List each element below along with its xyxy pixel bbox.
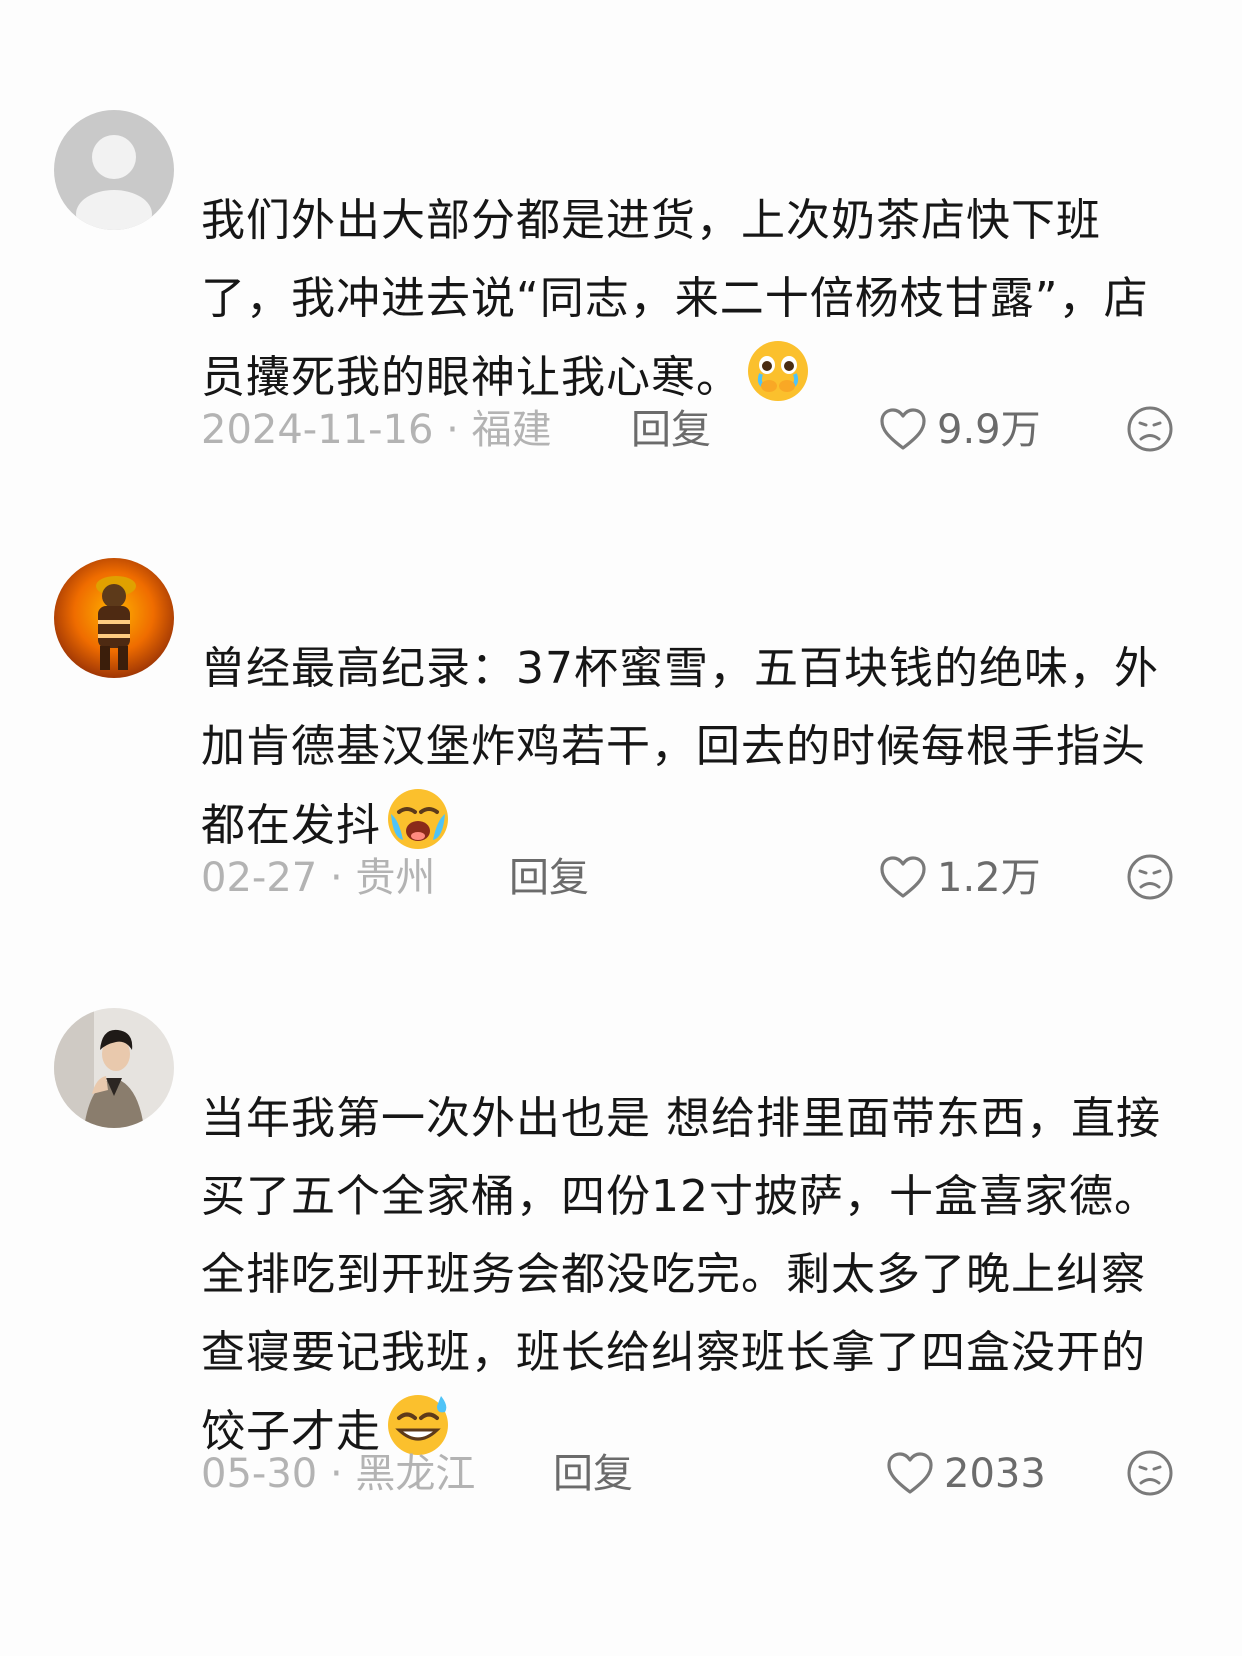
heart-icon — [880, 408, 926, 450]
like-count: 9.9万 — [937, 407, 1041, 453]
user-avatar[interactable] — [54, 110, 174, 230]
like-count: 1.2万 — [937, 855, 1041, 901]
comment-meta: 05-30 · 黑龙江 回复 2033 — [201, 1444, 1181, 1504]
reply-button[interactable]: 回复 — [509, 854, 589, 902]
date-location: 2024-11-16 · 福建 — [201, 407, 552, 453]
reply-button[interactable]: 回复 — [631, 406, 711, 454]
comment-meta: 02-27 · 贵州 回复 1.2万 — [201, 848, 1181, 908]
dislike-sad-face-icon[interactable] — [1125, 852, 1175, 902]
comment-text: 当年我第一次外出也是 想给排里面带东西，直接买了五个全家桶，四份12寸披萨，十盒… — [201, 1093, 1161, 1457]
date-location: 02-27 · 贵州 — [201, 855, 436, 901]
pleading-crying-face-icon — [748, 341, 808, 401]
heart-icon — [880, 856, 926, 898]
comment-meta: 2024-11-16 · 福建 回复 9.9万 — [201, 400, 1181, 460]
loudly-crying-face-icon — [388, 789, 448, 849]
comment-text: 曾经最高纪录：37杯蜜雪，五百块钱的绝味，外加肯德基汉堡炸鸡若干，回去的时候每根… — [201, 643, 1159, 851]
dislike-sad-face-icon[interactable] — [1125, 1448, 1175, 1498]
date-location: 05-30 · 黑龙江 — [201, 1451, 476, 1497]
dislike-sad-face-icon[interactable] — [1125, 404, 1175, 454]
heart-icon — [887, 1452, 933, 1494]
user-avatar[interactable] — [54, 1008, 174, 1128]
like-button[interactable]: 1.2万 — [877, 848, 1041, 908]
like-button[interactable]: 2033 — [884, 1444, 1046, 1504]
like-button[interactable]: 9.9万 — [877, 400, 1041, 460]
user-avatar[interactable] — [54, 558, 174, 678]
reply-button[interactable]: 回复 — [553, 1450, 633, 1498]
like-count: 2033 — [944, 1451, 1046, 1497]
comment-text: 我们外出大部分都是进货，上次奶茶店快下班了，我冲进去说“同志，来二十倍杨枝甘露”… — [201, 195, 1149, 403]
